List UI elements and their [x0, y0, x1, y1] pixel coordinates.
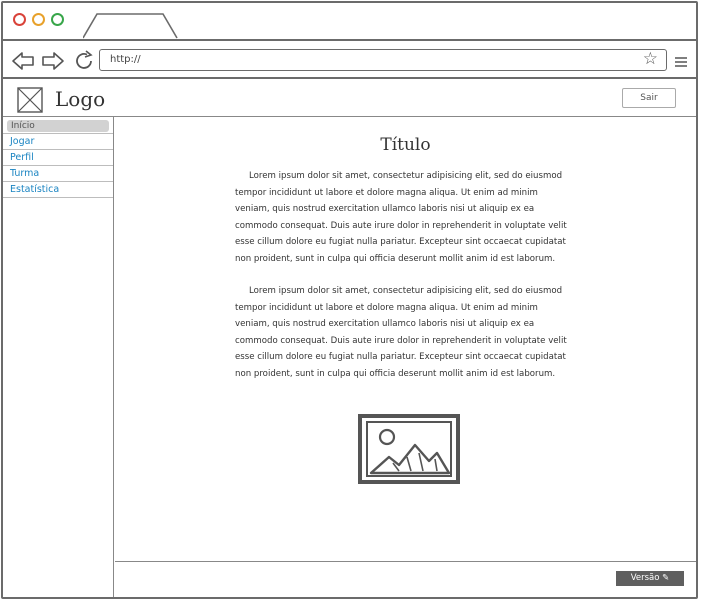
reload-icon[interactable]: [73, 50, 95, 76]
paragraph-2: Lorem ipsum dolor sit amet, consectetur …: [235, 286, 567, 379]
logo-placeholder-icon: [17, 87, 43, 113]
browser-tab[interactable]: [83, 11, 179, 39]
sidebar-item-jogar[interactable]: Jogar: [3, 134, 113, 150]
back-arrow-icon[interactable]: [11, 51, 35, 75]
maximize-window-button[interactable]: [51, 13, 64, 26]
page-title: Título: [380, 135, 431, 155]
sidebar-item-turma[interactable]: Turma: [3, 166, 113, 182]
app-header: Logo Sair: [3, 79, 696, 117]
close-window-button[interactable]: [13, 13, 26, 26]
address-text: http://: [110, 54, 141, 65]
image-placeholder-icon: [357, 413, 461, 485]
version-badge: Versão ✎: [616, 571, 684, 586]
forward-arrow-icon[interactable]: [41, 51, 65, 75]
title-bar: [3, 3, 696, 39]
address-bar[interactable]: http:// ☆: [99, 49, 667, 71]
sidebar-item-estatistica[interactable]: Estatística: [3, 182, 113, 198]
minimize-window-button[interactable]: [32, 13, 45, 26]
logo-text: Logo: [55, 87, 106, 111]
sidebar: Início Jogar Perfil Turma Estatística: [3, 117, 114, 597]
paragraph-1: Lorem ipsum dolor sit amet, consectetur …: [235, 171, 567, 264]
menu-icon[interactable]: [674, 53, 688, 72]
logout-button[interactable]: Sair: [622, 88, 676, 108]
sidebar-item-perfil[interactable]: Perfil: [3, 150, 113, 166]
browser-toolbar: http:// ☆: [3, 39, 696, 79]
app-footer: Versão ✎: [115, 561, 696, 597]
browser-window: http:// ☆ Logo Sair Início Jogar Perfil …: [1, 1, 698, 599]
sidebar-item-inicio[interactable]: Início: [7, 120, 109, 132]
bookmark-star-icon[interactable]: ☆: [643, 50, 658, 69]
main-content: Título Lorem ipsum dolor sit amet, conse…: [115, 117, 696, 565]
